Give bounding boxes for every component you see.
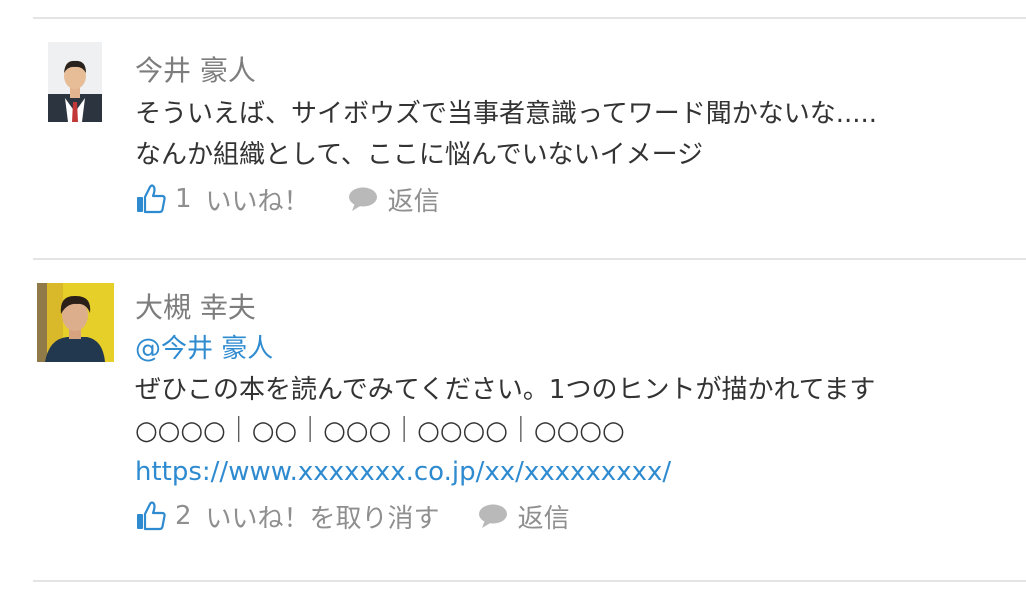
like-count: 1 (175, 184, 192, 214)
unlike-button[interactable]: 2 いいね！を取り消す (135, 498, 440, 535)
reply-button[interactable]: 返信 (478, 498, 570, 535)
avatar[interactable] (37, 283, 114, 362)
like-button[interactable]: 1 いいね！ (135, 181, 310, 218)
comment-text-line: なんか組織として、ここに悩んでいないイメージ (135, 140, 704, 170)
like-label: いいね！ (205, 186, 310, 217)
speech-bubble-icon (478, 503, 508, 529)
mention-link[interactable]: @今井 豪人 (135, 329, 1026, 370)
comment-text-line: ぜひこの本を読んでみてください。1つのヒントが描かれてます (135, 375, 876, 405)
comment-text-line: そういえば、サイボウズで当事者意識ってワード聞かないな..... (135, 99, 878, 129)
divider (33, 580, 1026, 582)
comment-text-line: ○○○○｜○○｜○○○｜○○○○｜○○○○ (135, 416, 625, 446)
divider (33, 17, 1026, 19)
comment-thread: 今井 豪人 そういえば、サイボウズで当事者意識ってワード聞かないな..... な… (0, 0, 1026, 596)
comment-body: 大槻 幸夫 @今井 豪人 ぜひこの本を読んでみてください。1つのヒントが描かれて… (135, 290, 1026, 536)
reply-label: 返信 (387, 186, 440, 217)
divider (33, 258, 1026, 260)
like-count: 2 (175, 501, 192, 531)
comment-body: 今井 豪人 そういえば、サイボウズで当事者意識ってワード聞かないな..... な… (135, 53, 1026, 219)
comment-actions: 1 いいね！ 返信 (135, 179, 1026, 219)
reply-button[interactable]: 返信 (348, 181, 440, 218)
thumbs-up-icon (135, 183, 167, 215)
avatar[interactable] (48, 42, 102, 122)
comment-actions: 2 いいね！を取り消す 返信 (135, 496, 1026, 536)
url-link[interactable]: https://www.xxxxxxx.co.jp/xx/xxxxxxxxx/ (135, 452, 1026, 493)
reply-label: 返信 (517, 503, 570, 534)
thumbs-up-icon (135, 500, 167, 532)
comment-author[interactable]: 今井 豪人 (135, 53, 1026, 89)
comment-author[interactable]: 大槻 幸夫 (135, 290, 1026, 326)
speech-bubble-icon (348, 186, 378, 212)
unlike-label: いいね！を取り消す (205, 503, 440, 534)
